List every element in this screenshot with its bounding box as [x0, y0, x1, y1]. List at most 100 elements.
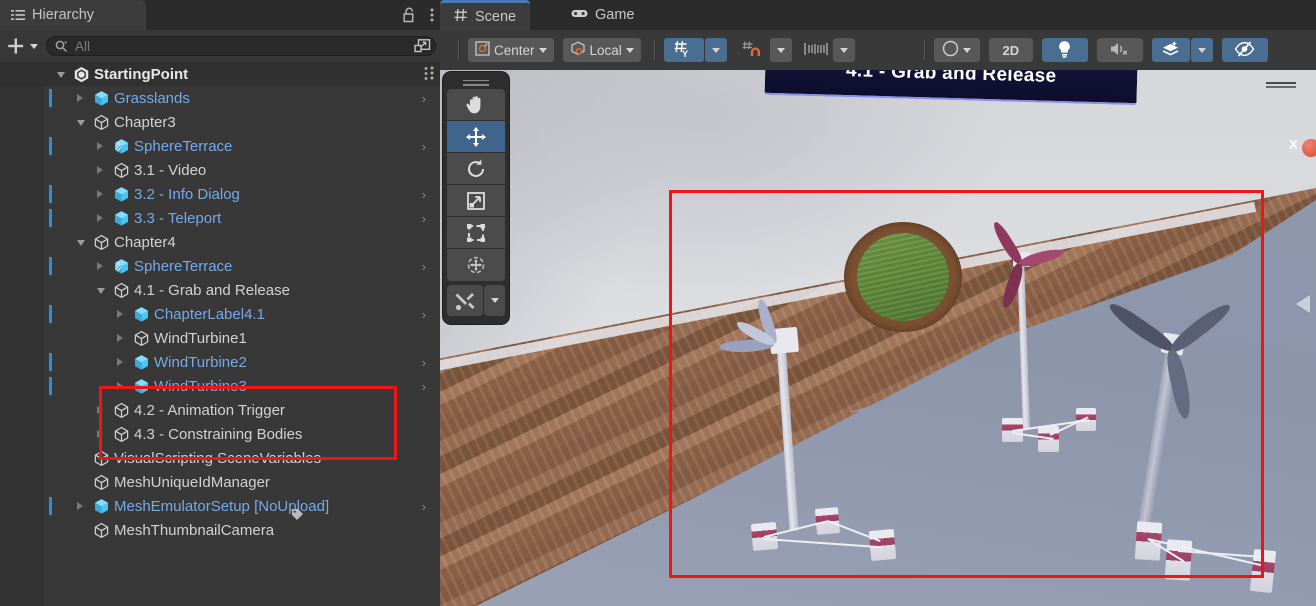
chevron-down-icon	[1197, 47, 1206, 53]
tree-row[interactable]: MeshUniqueIdManager	[0, 470, 440, 494]
tree-row[interactable]: 4.2 - Animation Trigger	[0, 398, 440, 422]
row-kebab-menu-icon[interactable]	[424, 66, 428, 85]
expander-expand-icon[interactable]	[77, 501, 83, 510]
expander-expand-icon[interactable]	[97, 141, 103, 150]
tree-row[interactable]: Chapter3	[0, 110, 440, 134]
tree-row[interactable]: WindTurbine2 ›	[0, 350, 440, 374]
scene-grid-icon	[454, 8, 468, 26]
tree-row[interactable]: 3.3 - Teleport ›	[0, 206, 440, 230]
prefab-cube-icon	[133, 306, 150, 323]
gameobject-cube-icon	[93, 114, 110, 131]
fx-dropdown[interactable]	[1190, 38, 1213, 62]
tree-row-label: Chapter3	[114, 113, 176, 131]
hand-tool-button[interactable]	[447, 89, 505, 121]
lock-open-icon[interactable]	[403, 7, 416, 23]
expander-expand-icon[interactable]	[97, 405, 103, 414]
search-input[interactable]: All	[46, 36, 436, 56]
tree-row[interactable]: 4.1 - Grab and Release	[0, 278, 440, 302]
gameobject-cube-icon	[133, 330, 150, 347]
open-prefab-chevron-icon[interactable]: ›	[422, 187, 426, 202]
open-prefab-chevron-icon[interactable]: ›	[422, 139, 426, 154]
prefab-indicator-bar	[49, 209, 52, 227]
grid-snap-button[interactable]	[735, 38, 769, 62]
open-prefab-chevron-icon[interactable]: ›	[422, 379, 426, 394]
tree-row[interactable]: VisualScripting SceneVariables	[0, 446, 440, 470]
tree-row[interactable]: ChapterLabel4.1 ›	[0, 302, 440, 326]
scene-audio-button[interactable]	[1096, 38, 1143, 62]
palette-drag-handle[interactable]	[447, 76, 505, 89]
tree-row[interactable]: WindTurbine3 ›	[0, 374, 440, 398]
gameobject-cube-icon	[93, 450, 110, 467]
gizmo-x-axis-handle[interactable]	[1302, 139, 1316, 157]
scene-lighting-button[interactable]	[1041, 38, 1088, 62]
transform-tool-button[interactable]	[447, 249, 505, 281]
open-prefab-chevron-icon[interactable]: ›	[422, 91, 426, 106]
expander-expand-icon[interactable]	[117, 309, 123, 318]
tree-row[interactable]: WindTurbine1	[0, 326, 440, 350]
expander-collapse-icon[interactable]	[97, 288, 105, 294]
tree-row-label: 4.1 - Grab and Release	[134, 281, 290, 299]
tab-game[interactable]: Game	[557, 0, 649, 30]
label-handle	[1266, 82, 1296, 88]
tree-row[interactable]: MeshEmulatorSetup [NoUpload] ›	[0, 494, 440, 520]
scene-viewport[interactable]: 4.1 - Grab and Release X	[440, 70, 1316, 606]
pivot-mode-button[interactable]: Center	[468, 38, 554, 62]
expander-collapse-icon[interactable]	[77, 240, 85, 246]
tab-hierarchy[interactable]: Hierarchy	[0, 0, 146, 30]
gizmo-cone	[1296, 295, 1310, 313]
expander-collapse-icon[interactable]	[77, 120, 85, 126]
expander-expand-icon[interactable]	[117, 333, 123, 342]
expander-expand-icon[interactable]	[97, 189, 103, 198]
handle-space-button[interactable]: Local	[562, 38, 641, 62]
view-2d-button[interactable]: 2D	[988, 38, 1033, 62]
open-prefab-chevron-icon[interactable]: ›	[422, 499, 426, 514]
tree-row[interactable]: SphereTerrace ›	[0, 134, 440, 158]
tree-row-label: MeshThumbnailCamera	[114, 521, 275, 539]
open-prefab-chevron-icon[interactable]: ›	[422, 259, 426, 274]
prefab-cube-icon	[133, 378, 150, 395]
visibility-toggle-button[interactable]	[1221, 38, 1268, 62]
expander-expand-icon[interactable]	[97, 165, 103, 174]
hierarchy-tree[interactable]: StartingPoint Grasslands › Chapter3 SphereTe…	[0, 62, 440, 606]
open-prefab-chevron-icon[interactable]: ›	[422, 211, 426, 226]
tree-row[interactable]: 4.3 - Constraining Bodies	[0, 422, 440, 446]
tab-scene[interactable]: Scene	[440, 0, 531, 30]
open-prefab-chevron-icon[interactable]: ›	[422, 355, 426, 370]
custom-tools-dropdown[interactable]	[484, 285, 505, 316]
open-prefab-chevron-icon[interactable]: ›	[422, 307, 426, 322]
expander-expand-icon[interactable]	[117, 357, 123, 366]
fx-button[interactable]	[1151, 38, 1190, 62]
move-tool-button[interactable]	[447, 121, 505, 153]
grid-axis-dropdown[interactable]	[704, 38, 727, 62]
prefab-variant-cube-icon	[113, 258, 130, 275]
expander-expand-icon[interactable]	[97, 261, 103, 270]
kebab-menu-icon[interactable]	[430, 7, 434, 23]
create-menu-button[interactable]	[7, 37, 38, 55]
tree-row[interactable]: Grasslands ›	[0, 86, 440, 110]
tree-row-label: 3.3 - Teleport	[134, 209, 222, 227]
tree-row[interactable]: Chapter4	[0, 230, 440, 254]
tree-row[interactable]: MeshThumbnailCamera	[0, 518, 440, 542]
toolbar-separator	[458, 40, 460, 60]
expander-expand-icon[interactable]	[77, 93, 83, 102]
tree-row-root[interactable]: StartingPoint	[0, 62, 440, 86]
rect-tool-button[interactable]	[447, 217, 505, 249]
expander-expand-icon[interactable]	[97, 213, 103, 222]
shading-mode-button[interactable]	[933, 38, 980, 62]
rotate-tool-button[interactable]	[447, 153, 505, 185]
expander-expand-icon[interactable]	[117, 381, 123, 390]
open-in-new-window-icon[interactable]	[411, 38, 433, 54]
custom-tools-button[interactable]	[447, 285, 483, 316]
expander-collapse-icon[interactable]	[57, 72, 65, 78]
tree-row[interactable]: 3.1 - Video	[0, 158, 440, 182]
grid-snap-dropdown[interactable]	[769, 38, 792, 62]
tree-row[interactable]: SphereTerrace ›	[0, 254, 440, 278]
snap-increment-button[interactable]	[800, 38, 832, 62]
snap-increment-dropdown[interactable]	[832, 38, 855, 62]
expander-expand-icon[interactable]	[97, 429, 103, 438]
scene-panel: Scene Game Center Local Y 2D 4.1 - Grab …	[440, 0, 1316, 606]
root-kebab-menu-icon[interactable]	[430, 62, 434, 84]
grid-axis-button[interactable]: Y	[663, 38, 704, 62]
scale-tool-button[interactable]	[447, 185, 505, 217]
tree-row[interactable]: 3.2 - Info Dialog ›	[0, 182, 440, 206]
